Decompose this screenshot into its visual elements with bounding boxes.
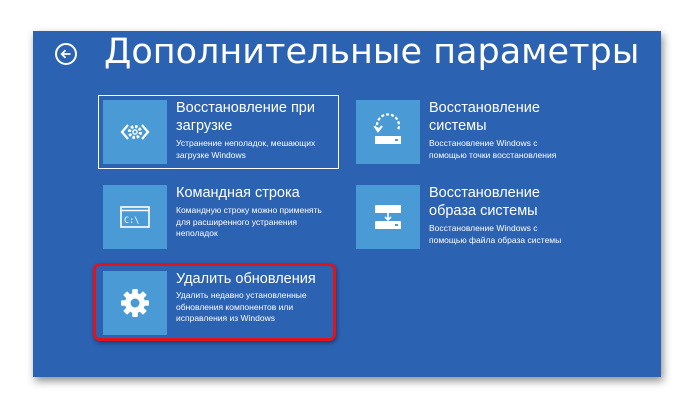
command-prompt-icon: C:\ (103, 185, 167, 249)
tile-title: Удалить обновления (176, 271, 316, 287)
tile-uninstall-updates[interactable]: Удалить обновления Удалить недавно устан… (98, 266, 334, 340)
tile-system-image-recovery[interactable]: Восстановление образа системы Восстановл… (351, 180, 591, 254)
page-title: Дополнительные параметры (104, 32, 640, 72)
screenshot-canvas: Дополнительные параметры Восстановление … (0, 0, 693, 410)
svg-text:C:\: C:\ (124, 216, 139, 226)
tile-startup-repair[interactable]: Восстановление при загрузке Устранение н… (98, 95, 339, 169)
tile-title: Восстановление при загрузке (176, 100, 315, 134)
gear-icon (103, 271, 167, 335)
tile-description: Командную строку можно применять для рас… (176, 205, 322, 238)
tile-system-restore[interactable]: Восстановление системы Восстановление Wi… (351, 95, 591, 169)
tile-command-prompt[interactable]: C:\ Командная строка Командную строку мо… (98, 180, 339, 254)
tile-title: Восстановление образа системы (429, 185, 540, 219)
back-arrow-icon (60, 49, 71, 59)
system-image-recovery-icon (356, 185, 420, 249)
tile-description: Удалить недавно установленные обновления… (176, 290, 307, 323)
tile-title: Восстановление системы (429, 100, 540, 134)
system-restore-icon (356, 100, 420, 164)
startup-repair-icon (103, 100, 167, 164)
tile-description: Восстановление Windows с помощью точки в… (429, 138, 557, 160)
tile-description: Устранение неполадок, мешающих загрузке … (176, 138, 316, 160)
tile-description: Восстановление Windows с помощью файла о… (429, 223, 562, 245)
back-button[interactable] (55, 43, 77, 65)
tile-title: Командная строка (176, 185, 300, 201)
